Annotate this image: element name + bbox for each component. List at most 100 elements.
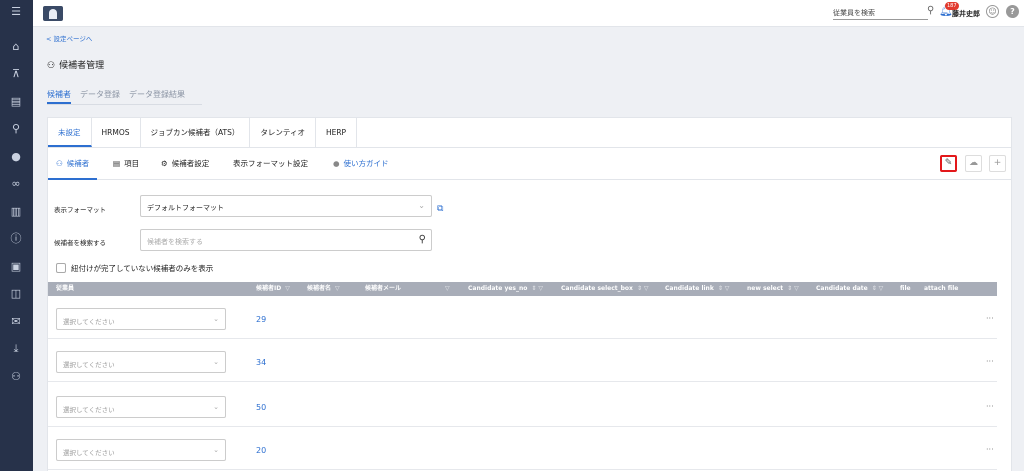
book-icon[interactable]: ◫ bbox=[8, 287, 24, 301]
candidate-id-link[interactable]: 20 bbox=[256, 446, 266, 455]
external-link-icon[interactable]: ⧉ bbox=[437, 204, 443, 214]
col-employee[interactable]: 従業員 bbox=[56, 282, 74, 296]
col-new-select-label: new select bbox=[747, 285, 784, 292]
employee-select[interactable]: 選択してください ⌄ bbox=[56, 308, 226, 330]
unlinked-only-label: 紐付けが完了していない候補者のみを表示 bbox=[71, 264, 214, 273]
candidate-search-placeholder: 候補者を検索する bbox=[147, 238, 203, 246]
employee-select-placeholder: 選択してください bbox=[63, 318, 115, 326]
chevron-down-icon: ⌄ bbox=[213, 446, 219, 454]
employee-select-placeholder: 選択してください bbox=[63, 361, 115, 369]
home-icon[interactable]: ⌂ bbox=[8, 40, 24, 54]
subtab-display-format[interactable]: 表示フォーマット設定 bbox=[233, 148, 308, 180]
list-icon: ▤ bbox=[113, 159, 121, 168]
tab-candidates[interactable]: 候補者 bbox=[47, 89, 71, 104]
format-select[interactable]: デフォルトフォーマット ⌄ bbox=[140, 195, 432, 217]
user-icon: ⚇ bbox=[56, 159, 63, 168]
candidate-id-link[interactable]: 50 bbox=[256, 403, 266, 412]
sidebar: ☰ ⌂ ⊼ ▤ ⚲ ● ∞ ▥ ⓘ ▣ ◫ ✉ ⤓ ⚇ bbox=[0, 0, 33, 471]
employee-select[interactable]: 選択してください ⌄ bbox=[56, 396, 226, 418]
subtab-items[interactable]: ▤ 項目 bbox=[113, 148, 139, 180]
cloud-upload-button[interactable]: ☁ bbox=[965, 155, 982, 172]
employee-search-input[interactable]: 従業員を検索 bbox=[833, 6, 928, 20]
main-tabs: 候補者 データ登録 データ登録結果 bbox=[47, 89, 202, 105]
col-new-select[interactable]: new select ⇕ ▽ bbox=[747, 282, 799, 296]
subtab-candidates[interactable]: ⚇ 候補者 bbox=[48, 148, 98, 180]
tab-registration-results[interactable]: データ登録結果 bbox=[129, 89, 185, 104]
search-icon[interactable]: ⚲ bbox=[419, 234, 426, 245]
sort-icon: ⇕ ▽ bbox=[636, 285, 649, 292]
search-icon[interactable]: ⚲ bbox=[927, 5, 934, 16]
link-icon[interactable]: ∞ bbox=[8, 177, 24, 191]
tab-herp[interactable]: HERP bbox=[316, 118, 358, 147]
menu-icon[interactable]: ☰ bbox=[8, 5, 24, 19]
col-attach-file[interactable]: attach file bbox=[924, 282, 958, 296]
col-link[interactable]: Candidate link ⇕ ▽ bbox=[665, 282, 729, 296]
candidate-id-link[interactable]: 34 bbox=[256, 358, 266, 367]
user-settings-icon[interactable]: ⚇ bbox=[8, 370, 24, 384]
download-icon[interactable]: ⤓ bbox=[8, 342, 24, 356]
edit-button[interactable]: ✎ bbox=[940, 155, 957, 172]
mail-icon[interactable]: ✉ bbox=[8, 315, 24, 329]
top-bar: 従業員を検索 ⚲ 🔔︎ 187 藤井史郎 ☺ ? bbox=[33, 0, 1024, 27]
more-icon[interactable]: ··· bbox=[986, 357, 994, 366]
pencil-icon: ✎ bbox=[944, 158, 953, 168]
company-logo[interactable] bbox=[43, 6, 63, 21]
col-candidate-id[interactable]: 候補者ID ▽ bbox=[256, 282, 290, 296]
document-icon[interactable]: ▤ bbox=[8, 95, 24, 109]
col-date-label: Candidate date bbox=[816, 285, 868, 292]
sort-icon: ⇕ ▽ bbox=[717, 285, 730, 292]
filter-icon: ▽ bbox=[335, 285, 340, 292]
col-date[interactable]: Candidate date ⇕ ▽ bbox=[816, 282, 883, 296]
user-name[interactable]: 藤井史郎 bbox=[952, 9, 980, 19]
chevron-down-icon: ⌄ bbox=[213, 358, 219, 366]
format-label: 表示フォーマット bbox=[54, 206, 106, 214]
col-candidate-id-label: 候補者ID bbox=[256, 285, 282, 292]
org-chart-icon[interactable]: ⊼ bbox=[8, 67, 24, 81]
more-icon[interactable]: ··· bbox=[986, 402, 994, 411]
col-yes-no[interactable]: Candidate yes_no ⇕ ▽ bbox=[468, 282, 543, 296]
employee-select[interactable]: 選択してください ⌄ bbox=[56, 351, 226, 373]
candidate-id-link[interactable]: 29 bbox=[256, 315, 266, 324]
tab-hrmos[interactable]: HRMOS bbox=[92, 118, 141, 147]
tab-talentio[interactable]: タレンティオ bbox=[250, 118, 316, 147]
col-select-box[interactable]: Candidate select_box ⇕ ▽ bbox=[561, 282, 649, 296]
table-row: 選択してください ⌄ 50 ··· bbox=[48, 384, 997, 427]
user-card-icon[interactable]: ▣ bbox=[8, 260, 24, 274]
add-button[interactable]: + bbox=[989, 155, 1006, 172]
table-row: 選択してください ⌄ 34 ··· bbox=[48, 339, 997, 382]
candidate-card: 未設定 HRMOS ジョブカン候補者（ATS） タレンティオ HERP ⚇ 候補者… bbox=[47, 117, 1012, 471]
more-icon[interactable]: ··· bbox=[986, 314, 994, 323]
info-icon[interactable]: ⓘ bbox=[8, 232, 24, 246]
employee-select[interactable]: 選択してください ⌄ bbox=[56, 439, 226, 461]
col-link-label: Candidate link bbox=[665, 285, 714, 292]
table-row: 選択してください ⌄ 29 ··· bbox=[48, 296, 997, 339]
sub-tabs: ⚇ 候補者 ▤ 項目 ⚙ 候補者設定 表示フォーマット設定 ● 使い方ガイド ✎ ☁ + bbox=[48, 148, 1011, 180]
format-select-value: デフォルトフォーマット bbox=[147, 204, 224, 212]
chart-icon[interactable]: ▥ bbox=[8, 205, 24, 219]
guide-link-label: 使い方ガイド bbox=[343, 159, 389, 168]
col-file[interactable]: file bbox=[900, 282, 911, 296]
tab-data-registration[interactable]: データ登録 bbox=[80, 89, 120, 104]
sort-icon: ⇕ ▽ bbox=[871, 285, 884, 292]
chevron-down-icon: ⌄ bbox=[418, 201, 425, 210]
chat-icon[interactable]: ● bbox=[8, 150, 24, 164]
candidate-search-input[interactable]: 候補者を検索する ⚲ bbox=[140, 229, 432, 251]
help-icon[interactable]: ? bbox=[1006, 5, 1019, 18]
tab-unset[interactable]: 未設定 bbox=[48, 118, 92, 147]
subtab-candidate-settings[interactable]: ⚙ 候補者設定 bbox=[161, 148, 209, 180]
tab-jobcan[interactable]: ジョブカン候補者（ATS） bbox=[141, 118, 251, 147]
col-candidate-name[interactable]: 候補者名 ▽ bbox=[307, 282, 340, 296]
col-candidate-email[interactable]: 候補者メール ▽ bbox=[365, 282, 450, 296]
unlinked-only-checkbox[interactable] bbox=[56, 263, 66, 273]
employee-select-placeholder: 選択してください bbox=[63, 406, 115, 414]
avatar-icon[interactable]: ☺ bbox=[986, 5, 999, 18]
more-icon[interactable]: ··· bbox=[986, 445, 994, 454]
table-header: 従業員 候補者ID ▽ 候補者名 ▽ 候補者メール ▽ Candidate yes_n… bbox=[48, 282, 997, 296]
candidate-user-icon: ⚇ bbox=[47, 61, 56, 71]
filter-icon: ▽ bbox=[445, 285, 450, 292]
gear-icon: ⚙ bbox=[161, 159, 168, 168]
back-to-settings-link[interactable]: < 設定ページへ bbox=[46, 33, 92, 43]
search-icon[interactable]: ⚲ bbox=[8, 122, 24, 136]
guide-link[interactable]: ● 使い方ガイド bbox=[333, 148, 389, 180]
subtab-items-label: 項目 bbox=[124, 159, 140, 168]
